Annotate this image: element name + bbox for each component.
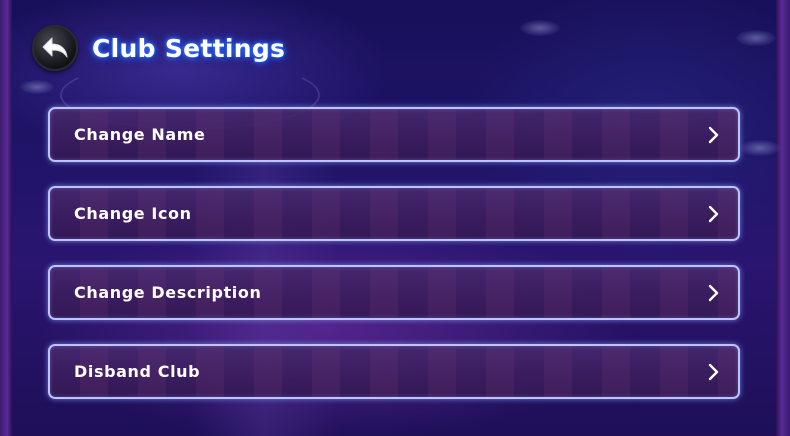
menu-item-label: Disband Club (74, 362, 201, 381)
chevron-right-icon (708, 363, 719, 380)
disband-club-button[interactable]: Disband Club (48, 344, 740, 399)
ceiling-lamp (740, 140, 780, 156)
right-frame (776, 0, 790, 436)
header: Club Settings (32, 24, 285, 72)
chevron-right-icon (708, 205, 719, 222)
change-description-button[interactable]: Change Description (48, 265, 740, 320)
menu-item-label: Change Name (74, 125, 206, 144)
page-title: Club Settings (92, 33, 286, 63)
change-name-button[interactable]: Change Name (48, 107, 740, 162)
chevron-right-icon (708, 126, 719, 143)
change-icon-button[interactable]: Change Icon (48, 186, 740, 241)
menu-item-label: Change Icon (74, 204, 192, 223)
ceiling-lamp (520, 20, 560, 36)
back-arrow-icon (42, 37, 68, 58)
chevron-right-icon (708, 284, 719, 301)
left-frame (0, 0, 12, 436)
ceiling-lamp (736, 30, 776, 46)
back-button[interactable] (32, 25, 78, 71)
settings-menu: Change Name Change Icon Change Descripti… (48, 107, 740, 423)
ceiling-lamp (20, 80, 54, 94)
menu-item-label: Change Description (74, 283, 262, 302)
